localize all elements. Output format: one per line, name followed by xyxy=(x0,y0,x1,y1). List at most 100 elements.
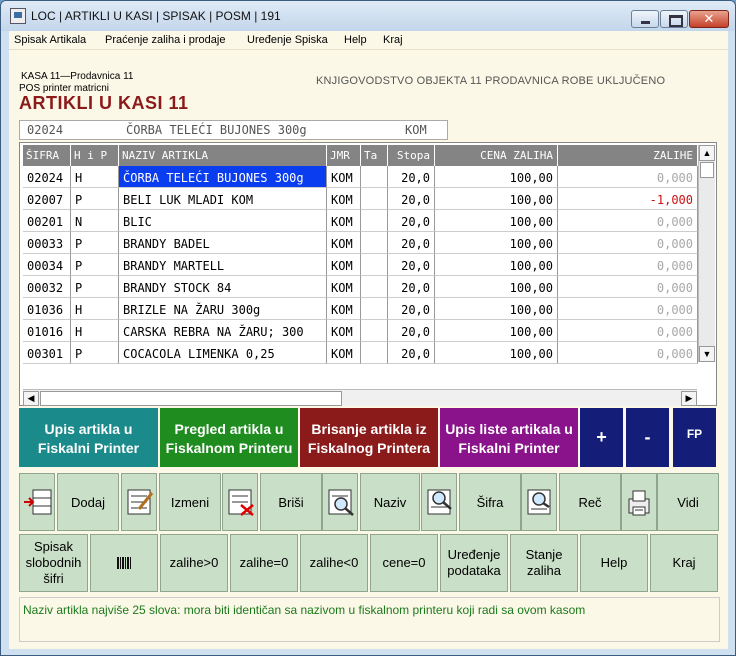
scroll-right-arrow-icon[interactable]: ▶ xyxy=(681,391,697,406)
menu-pracenje-zaliha[interactable]: Praćenje zaliha i prodaje xyxy=(105,34,225,46)
table-row[interactable]: 00033 P BRANDY BADEL KOM 20,0 100,00 0,000 xyxy=(23,232,698,254)
close-button[interactable]: ✕ xyxy=(689,10,729,28)
menu-help[interactable]: Help xyxy=(344,34,367,46)
cell-cena: 100,00 xyxy=(435,188,558,210)
delete-record-icon xyxy=(228,489,254,516)
horizontal-scroll-thumb[interactable] xyxy=(40,391,342,406)
dodaj-button[interactable]: Dodaj xyxy=(57,473,119,531)
cell-jmr: KOM xyxy=(327,188,361,210)
header-col-jmr[interactable]: JMR xyxy=(327,145,361,166)
pregled-fiskalni-button[interactable]: Pregled artikla u Fiskalnom Printeru xyxy=(160,408,298,467)
table-row[interactable]: 00032 P BRANDY STOCK 84 KOM 20,0 100,00 0,000 xyxy=(23,276,698,298)
uredjenje-podataka-button[interactable]: Uređenje podataka xyxy=(440,534,508,592)
cell-zalihe: 0,000 xyxy=(558,210,698,232)
articles-grid[interactable]: ŠIFRA H i P NAZIV ARTIKLA JMR Ta Stopa CENA ZA… xyxy=(19,142,717,406)
zalihe-gt-0-button[interactable]: zalihe>0 xyxy=(160,534,228,592)
app-icon xyxy=(10,8,26,24)
stanje-zaliha-button[interactable]: Stanje zaliha xyxy=(510,534,578,592)
cell-jmr: KOM xyxy=(327,342,361,364)
vertical-scrollbar[interactable]: ▲ ▼ xyxy=(698,145,715,362)
search-code-icon xyxy=(427,489,452,515)
maximize-button[interactable] xyxy=(660,10,688,28)
cell-cena: 100,00 xyxy=(435,298,558,320)
upis-liste-button[interactable]: Upis liste artikala u Fiskalni Printer xyxy=(440,408,578,467)
cell-zalihe: 0,000 xyxy=(558,166,698,188)
dodaj-icon-button[interactable] xyxy=(19,473,55,531)
izmeni-button[interactable]: Izmeni xyxy=(159,473,221,531)
sifra-icon-button[interactable] xyxy=(421,473,457,531)
izmeni-icon-button[interactable] xyxy=(121,473,157,531)
vertical-scroll-thumb[interactable] xyxy=(700,162,714,178)
cell-sifra: 01016 xyxy=(23,320,71,342)
table-row[interactable]: 00301 P COCACOLA LIMENKA 0,25 KOM 20,0 100,00… xyxy=(23,342,698,364)
brisi-button[interactable]: Briši xyxy=(260,473,322,531)
scroll-up-arrow-icon[interactable]: ▲ xyxy=(699,145,715,161)
naziv-icon-button[interactable] xyxy=(322,473,358,531)
cell-naziv: BRIZLE NA ŽARU 300g xyxy=(119,298,327,320)
upis-fiskalni-button[interactable]: Upis artikla u Fiskalni Printer xyxy=(19,408,158,467)
window-title: LOC | ARTIKLI U KASI | SPISAK | POSM | 1… xyxy=(31,9,281,23)
current-sifra: 02024 xyxy=(27,123,64,137)
scroll-down-arrow-icon[interactable]: ▼ xyxy=(699,346,715,362)
cell-naziv: BELI LUK MLADI KOM xyxy=(119,188,327,210)
plus-button[interactable]: + xyxy=(580,408,623,467)
table-row[interactable]: 00201 N BLIC KOM 20,0 100,00 0,000 xyxy=(23,210,698,232)
kraj-button[interactable]: Kraj xyxy=(650,534,718,592)
zalihe-lt-0-button[interactable]: zalihe<0 xyxy=(300,534,368,592)
minus-button[interactable]: - xyxy=(626,408,669,467)
cell-hp: P xyxy=(71,188,119,210)
naziv-button[interactable]: Naziv xyxy=(360,473,420,531)
table-row[interactable]: 01016 H CARSKA REBRA NA ŽARU; 300 KOM 20,0 10… xyxy=(23,320,698,342)
cell-naziv: BRANDY MARTELL xyxy=(119,254,327,276)
grid-header: ŠIFRA H i P NAZIV ARTIKLA JMR Ta Stopa CENA ZA… xyxy=(23,145,698,166)
brisi-icon-button[interactable] xyxy=(222,473,258,531)
vidi-icon-button[interactable] xyxy=(621,473,657,531)
cell-zalihe: 0,000 xyxy=(558,276,698,298)
rec-button[interactable]: Reč xyxy=(559,473,621,531)
header-col-stopa[interactable]: Stopa xyxy=(388,145,435,166)
table-row[interactable]: 02007 P BELI LUK MLADI KOM KOM 20,0 100,00 -1,… xyxy=(23,188,698,210)
add-record-icon xyxy=(24,489,52,515)
cell-sifra: 00201 xyxy=(23,210,71,232)
spisak-slobodnih-sifri-button[interactable]: Spisak slobodnih šifri xyxy=(19,534,88,592)
cene-eq-0-button[interactable]: cene=0 xyxy=(370,534,438,592)
title-bar[interactable]: LOC | ARTIKLI U KASI | SPISAK | POSM | 1… xyxy=(1,1,735,31)
cell-zalihe: -1,000 xyxy=(558,188,698,210)
menu-spisak-artikala[interactable]: Spisak Artikala xyxy=(14,34,86,46)
sifra-button[interactable]: Šifra xyxy=(459,473,521,531)
zalihe-eq-0-button[interactable]: zalihe=0 xyxy=(230,534,298,592)
header-col-naziv[interactable]: NAZIV ARTIKLA xyxy=(119,145,327,166)
cell-naziv: BLIC xyxy=(119,210,327,232)
cell-zalihe: 0,000 xyxy=(558,298,698,320)
table-row[interactable]: 02024 H ČORBA TELEĆI BUJONES 300g KOM 20,0 10… xyxy=(23,166,698,188)
help-button[interactable]: Help xyxy=(580,534,648,592)
header-col-cena[interactable]: CENA ZALIHA xyxy=(435,145,558,166)
current-naziv: ČORBA TELEĆI BUJONES 300g xyxy=(126,123,307,137)
minimize-button[interactable] xyxy=(631,10,659,28)
kasa-label: KASA 11—Prodavnica 11 xyxy=(21,71,134,82)
menu-kraj[interactable]: Kraj xyxy=(383,34,403,46)
header-col-ta[interactable]: Ta xyxy=(361,145,388,166)
header-col-sifra[interactable]: ŠIFRA xyxy=(23,145,71,166)
fp-button[interactable]: FP xyxy=(673,408,716,467)
current-article-field[interactable]: 02024 ČORBA TELEĆI BUJONES 300g KOM xyxy=(19,120,448,140)
cell-stopa: 20,0 xyxy=(388,166,435,188)
cell-naziv: BRANDY STOCK 84 xyxy=(119,276,327,298)
print-preview-icon xyxy=(628,490,650,516)
brisanje-fiskalni-button[interactable]: Brisanje artikla iz Fiskalnog Printera xyxy=(300,408,438,467)
header-col-hp[interactable]: H i P xyxy=(71,145,119,166)
cell-stopa: 20,0 xyxy=(388,188,435,210)
vidi-button[interactable]: Vidi xyxy=(657,473,719,531)
horizontal-scrollbar[interactable]: ◀ ▶ xyxy=(23,389,697,406)
cell-ta xyxy=(361,188,388,210)
cell-hp: N xyxy=(71,210,119,232)
cell-jmr: KOM xyxy=(327,320,361,342)
cell-zalihe: 0,000 xyxy=(558,342,698,364)
menu-uredjenje-spiska[interactable]: Uređenje Spiska xyxy=(247,34,328,46)
rec-icon-button[interactable] xyxy=(521,473,557,531)
header-col-zalihe[interactable]: ZALIHE xyxy=(558,145,698,166)
table-row[interactable]: 01036 H BRIZLE NA ŽARU 300g KOM 20,0 100,00 0,… xyxy=(23,298,698,320)
barcode-button[interactable] xyxy=(90,534,158,592)
table-row[interactable]: 00034 P BRANDY MARTELL KOM 20,0 100,00 0,000 xyxy=(23,254,698,276)
scroll-left-arrow-icon[interactable]: ◀ xyxy=(23,391,39,406)
